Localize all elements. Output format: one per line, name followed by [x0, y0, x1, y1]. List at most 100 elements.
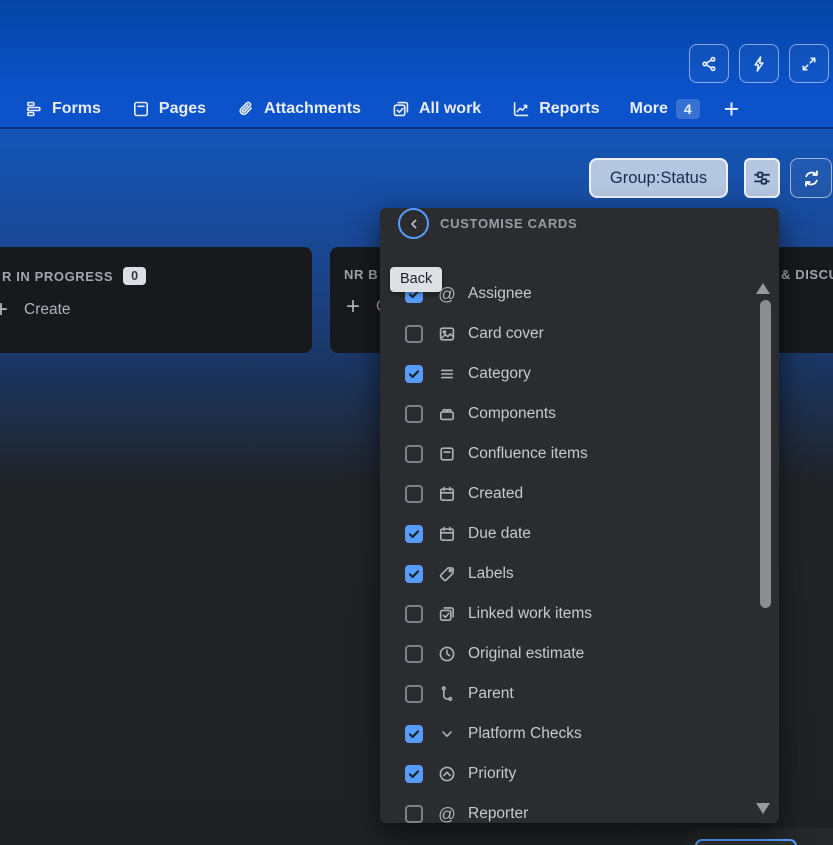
- scrollbar-up-arrow[interactable]: [756, 283, 770, 294]
- page-icon: [437, 444, 457, 464]
- card-field-parent[interactable]: Parent: [380, 674, 779, 714]
- unchecked-checkbox[interactable]: [405, 485, 423, 503]
- app-window: Forms Pages Attachments All work Reports More…: [0, 0, 833, 845]
- back-button[interactable]: [398, 208, 429, 239]
- tab-reports[interactable]: Reports: [511, 99, 600, 119]
- card-field-priority[interactable]: Priority: [380, 754, 779, 794]
- column-title: & DISCU: [781, 267, 833, 282]
- checked-checkbox[interactable]: [405, 525, 423, 543]
- customise-cards-panel: CUSTOMISE CARDS @ Assignee Card cover Categ…: [380, 208, 779, 823]
- field-label: Card cover: [468, 325, 544, 342]
- image-icon: [437, 324, 457, 344]
- attachment-icon: [236, 99, 256, 119]
- unchecked-checkbox[interactable]: [405, 605, 423, 623]
- share-button[interactable]: [689, 44, 729, 83]
- partial-popup: [687, 828, 833, 845]
- tab-label: Pages: [158, 100, 207, 117]
- partial-focused-button[interactable]: [695, 839, 797, 845]
- menu-icon: [437, 364, 457, 384]
- refresh-icon: [801, 168, 822, 189]
- parent-icon: [437, 684, 457, 704]
- chevron-icon: [437, 724, 457, 744]
- field-label: Original estimate: [468, 645, 585, 662]
- card-field-components[interactable]: Components: [380, 394, 779, 434]
- automation-button[interactable]: [739, 44, 779, 83]
- group-by-status-button[interactable]: Group:Status: [589, 158, 728, 198]
- fullscreen-button[interactable]: [789, 44, 829, 83]
- card-field-category[interactable]: Category: [380, 354, 779, 394]
- unchecked-checkbox[interactable]: [405, 445, 423, 463]
- tab-attachments[interactable]: Attachments: [236, 99, 361, 119]
- unchecked-checkbox[interactable]: [405, 405, 423, 423]
- field-label: Reporter: [468, 805, 529, 822]
- card-field-created[interactable]: Created: [380, 474, 779, 514]
- board-toolbar: Group:Status: [0, 158, 833, 198]
- add-tab-button[interactable]: +: [724, 96, 740, 123]
- field-label: Created: [468, 485, 524, 502]
- unchecked-checkbox[interactable]: [405, 805, 423, 823]
- card-field-original-estimate[interactable]: Original estimate: [380, 634, 779, 674]
- calendar-icon: [437, 524, 457, 544]
- back-tooltip: Back: [390, 267, 443, 292]
- create-issue-button[interactable]: + Create: [0, 296, 312, 323]
- view-settings-button[interactable]: [744, 158, 780, 198]
- card-field-platform-checks[interactable]: Platform Checks: [380, 714, 779, 754]
- tab-label: All work: [418, 100, 482, 117]
- tab-label: Forms: [52, 100, 101, 117]
- card-field-labels[interactable]: Labels: [380, 554, 779, 594]
- scrollbar-down-arrow[interactable]: [756, 803, 770, 814]
- more-count-badge: 4: [675, 99, 700, 119]
- unchecked-checkbox[interactable]: [405, 325, 423, 343]
- forms-icon: [24, 99, 44, 119]
- field-label: Linked work items: [468, 605, 593, 622]
- checked-checkbox[interactable]: [405, 365, 423, 383]
- at-icon: @: [438, 804, 456, 823]
- tab-forms[interactable]: Forms: [24, 99, 101, 119]
- tab-more[interactable]: More 4: [630, 99, 700, 119]
- pages-icon: [131, 99, 151, 119]
- tab-label: More: [629, 100, 668, 117]
- field-label: Category: [468, 365, 531, 382]
- reports-icon: [511, 99, 531, 119]
- card-field-due-date[interactable]: Due date: [380, 514, 779, 554]
- plus-icon: +: [0, 296, 9, 323]
- unchecked-checkbox[interactable]: [405, 685, 423, 703]
- refresh-button[interactable]: [790, 158, 832, 198]
- column-count-badge: 0: [123, 267, 147, 285]
- panel-title: CUSTOMISE CARDS: [440, 216, 578, 231]
- tab-label: Reports: [539, 100, 600, 117]
- checked-checkbox[interactable]: [405, 765, 423, 783]
- component-icon: [437, 404, 457, 424]
- project-nav-tabs: Forms Pages Attachments All work Reports More…: [24, 94, 739, 124]
- card-field-card-cover[interactable]: Card cover: [380, 314, 779, 354]
- tab-pages[interactable]: Pages: [131, 99, 206, 119]
- create-label: Create: [24, 301, 71, 318]
- scrollbar-thumb[interactable]: [760, 300, 771, 608]
- field-label: Platform Checks: [468, 725, 582, 742]
- tab-all-work[interactable]: All work: [391, 99, 481, 119]
- column-title: NR B: [344, 267, 379, 282]
- plus-icon: +: [346, 293, 361, 320]
- tag-icon: [437, 564, 457, 584]
- clock-icon: [437, 644, 457, 664]
- field-label: Priority: [468, 765, 517, 782]
- column-header: R IN PROGRESS 0: [0, 247, 312, 285]
- field-label: Components: [468, 405, 556, 422]
- checked-checkbox[interactable]: [405, 565, 423, 583]
- checked-checkbox[interactable]: [405, 725, 423, 743]
- header-actions: [689, 44, 829, 83]
- sliders-icon: [752, 168, 772, 188]
- unchecked-checkbox[interactable]: [405, 645, 423, 663]
- card-field-confluence-items[interactable]: Confluence items: [380, 434, 779, 474]
- fullscreen-icon: [799, 54, 819, 74]
- lightning-icon: [749, 54, 769, 74]
- board-column-in-progress: R IN PROGRESS 0 + Create: [0, 247, 312, 353]
- calendar-icon: [437, 484, 457, 504]
- card-field-reporter[interactable]: @ Reporter: [380, 794, 779, 823]
- column-title: R IN PROGRESS: [2, 268, 114, 284]
- field-label: Due date: [468, 525, 531, 542]
- card-field-linked-work-items[interactable]: Linked work items: [380, 594, 779, 634]
- project-header: Forms Pages Attachments All work Reports More…: [0, 0, 833, 129]
- field-label: Confluence items: [468, 445, 588, 462]
- card-field-list: @ Assignee Card cover Category Components Con…: [380, 274, 779, 823]
